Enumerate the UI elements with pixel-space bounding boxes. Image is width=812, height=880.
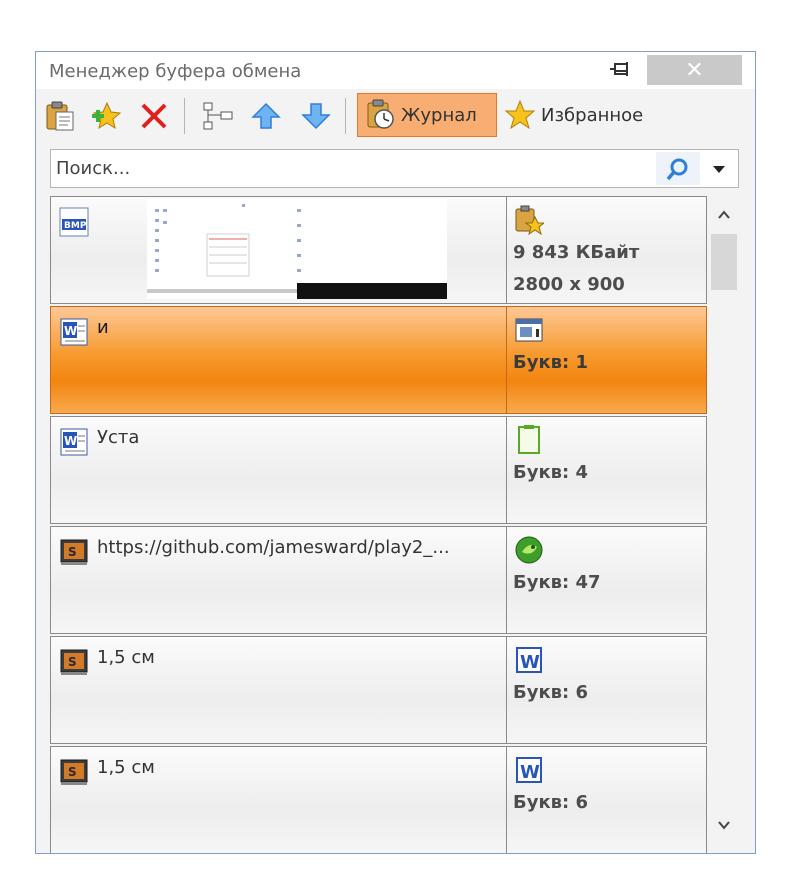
item-content-cell: S 1,5 см: [50, 636, 507, 744]
item-info-cell: Букв: 47: [507, 526, 707, 634]
delete-button[interactable]: [136, 98, 172, 134]
item-text: 1,5 см: [97, 757, 155, 778]
bmp-file-icon: BMP: [59, 207, 89, 237]
item-text: https://github.com/jamesward/play2_...: [97, 537, 450, 558]
clipboard-history-list: BMP 9 843 КБайт 2800 x 900 W и Букв: 1 W…: [50, 196, 708, 853]
close-button[interactable]: ✕: [647, 55, 742, 85]
list-item[interactable]: BMP 9 843 КБайт 2800 x 900: [50, 196, 708, 304]
notepad-icon: [518, 425, 540, 454]
clipboard-star-icon: [515, 205, 544, 235]
item-char-count: Букв: 47: [513, 572, 601, 593]
item-size: 9 843 КБайт: [513, 242, 640, 263]
list-item[interactable]: S https://github.com/jamesward/play2_...…: [50, 526, 708, 634]
pin-icon: [610, 62, 628, 76]
toolbar: Журнал Избранное: [36, 90, 755, 140]
item-content-cell: W Уста: [50, 416, 507, 524]
item-content-cell: S 1,5 см: [50, 746, 507, 853]
svg-text:W: W: [64, 324, 77, 338]
add-favorite-button[interactable]: [88, 98, 124, 134]
item-text: и: [97, 317, 109, 338]
svg-text:S: S: [68, 765, 77, 779]
svg-text:W: W: [520, 652, 540, 673]
search-box: [50, 149, 739, 188]
item-dimensions: 2800 x 900: [513, 274, 625, 295]
tree-button[interactable]: [200, 98, 236, 134]
item-info-cell: 9 843 КБайт 2800 x 900: [507, 196, 707, 304]
tab-favorites[interactable]: Избранное: [500, 93, 670, 137]
move-up-icon: [251, 102, 281, 129]
close-icon: ✕: [685, 57, 704, 83]
svg-text:BMP: BMP: [64, 221, 87, 231]
svg-text:S: S: [68, 545, 77, 559]
paste-button[interactable]: [42, 98, 78, 134]
clipboard-manager-window: Менеджер буфера обмена ✕ Журнал Избранно…: [35, 51, 756, 854]
move-down-icon: [301, 103, 331, 130]
star-icon: [504, 99, 536, 130]
item-content-cell: BMP: [50, 196, 507, 304]
scroll-down-button[interactable]: [708, 814, 740, 836]
clock-clipboard-icon: [367, 99, 394, 129]
list-scrollbar[interactable]: [708, 196, 740, 853]
word-doc-icon: W: [60, 318, 88, 346]
item-text: Уста: [97, 427, 140, 448]
tab-journal[interactable]: Журнал: [357, 93, 497, 137]
item-char-count: Букв: 1: [513, 352, 589, 373]
item-info-cell: Букв: 4: [507, 416, 707, 524]
green-app-icon: [515, 536, 543, 564]
search-input[interactable]: [56, 156, 646, 181]
sublime-icon: S: [60, 759, 88, 785]
word-doc-icon: W: [60, 428, 88, 456]
word-app-icon: W: [516, 757, 542, 783]
delete-icon: [141, 103, 167, 129]
list-item[interactable]: W и Букв: 1: [50, 306, 708, 414]
scroll-up-button[interactable]: [708, 204, 740, 226]
svg-text:W: W: [64, 434, 77, 448]
item-info-cell: W Букв: 6: [507, 746, 707, 853]
sublime-icon: S: [60, 539, 88, 565]
word-app-icon: W: [516, 647, 542, 673]
chevron-down-icon: [718, 821, 730, 830]
item-char-count: Букв: 4: [513, 462, 589, 483]
chevron-down-icon: [713, 165, 725, 173]
window-title: Менеджер буфера обмена: [49, 61, 302, 82]
item-info-cell: Букв: 1: [507, 306, 707, 414]
item-text: 1,5 см: [97, 647, 155, 668]
paste-icon: [46, 101, 74, 131]
sublime-icon: S: [60, 649, 88, 675]
list-item[interactable]: W Уста Букв: 4: [50, 416, 708, 524]
tab-journal-label: Журнал: [401, 104, 477, 126]
list-item[interactable]: S 1,5 см W Букв: 6: [50, 746, 708, 853]
toolbar-separator: [184, 98, 185, 134]
scroll-thumb[interactable]: [711, 234, 737, 290]
svg-text:S: S: [68, 655, 77, 669]
window-app-icon: [515, 318, 543, 342]
item-info-cell: W Букв: 6: [507, 636, 707, 744]
add-favorite-icon: [92, 101, 122, 130]
search-button[interactable]: [656, 152, 700, 185]
move-up-button[interactable]: [248, 98, 284, 134]
search-options-button[interactable]: [702, 152, 736, 185]
chevron-up-icon: [718, 210, 730, 219]
search-icon: [666, 158, 688, 180]
item-char-count: Букв: 6: [513, 682, 589, 703]
toolbar-separator: [345, 98, 346, 134]
pin-button[interactable]: [601, 55, 641, 85]
move-down-button[interactable]: [298, 98, 334, 134]
item-char-count: Букв: 6: [513, 792, 589, 813]
tab-favorites-label: Избранное: [541, 104, 644, 126]
title-bar: Менеджер буфера обмена ✕: [36, 52, 755, 89]
item-content-cell: W и: [50, 306, 507, 414]
item-content-cell: S https://github.com/jamesward/play2_...: [50, 526, 507, 634]
tree-icon: [203, 102, 233, 130]
list-item[interactable]: S 1,5 см W Букв: 6: [50, 636, 708, 744]
image-thumbnail: [147, 199, 447, 299]
svg-text:W: W: [520, 762, 540, 783]
